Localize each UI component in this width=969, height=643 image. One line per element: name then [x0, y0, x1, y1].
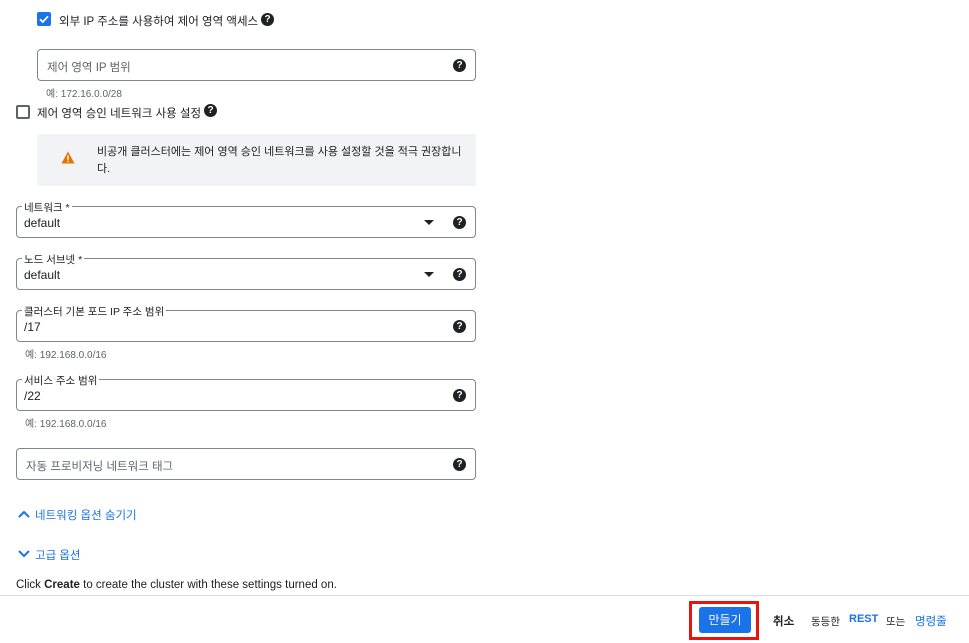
service-range-value: /22 [24, 389, 41, 403]
help-icon[interactable]: ? [453, 389, 466, 402]
service-range-hint: 예: 192.168.0.0/16 [25, 419, 107, 430]
warning-text: 비공개 클러스터에는 제어 영역 승인 네트워크를 사용 설정할 것을 적극 권… [97, 146, 462, 175]
service-range-input[interactable]: 서비스 주소 범위 /22 ? [16, 373, 476, 411]
command-line-link[interactable]: 명령줄 [915, 613, 947, 629]
create-info-text: Click Create to create the cluster with … [16, 579, 337, 591]
pod-ip-range-label: 클러스터 기본 포드 IP 주소 범위 [22, 304, 167, 319]
network-tags-input[interactable]: 자동 프로비저닝 네트워크 태그 ? [16, 448, 476, 480]
cancel-button[interactable]: 취소 [773, 613, 794, 629]
advanced-options-label: 고급 옵션 [35, 550, 81, 562]
help-icon[interactable]: ? [453, 320, 466, 333]
control-plane-ip-range-placeholder: 제어 영역 IP 범위 [47, 62, 131, 74]
node-subnet-select[interactable]: 노드 서브넷 * default ? [16, 252, 476, 290]
network-select[interactable]: 네트워크 * default ? [16, 200, 476, 238]
dropdown-arrow-icon [424, 272, 434, 277]
check-icon [39, 15, 49, 24]
service-range-label: 서비스 주소 범위 [22, 373, 100, 388]
node-subnet-value: default [24, 268, 61, 282]
control-plane-ip-range-hint: 예: 172.16.0.0/28 [46, 89, 122, 100]
chevron-down-icon [18, 550, 30, 558]
warning-icon [61, 151, 75, 164]
pod-ip-range-hint: 예: 192.168.0.0/16 [25, 350, 107, 361]
network-value: default [24, 216, 61, 230]
or-label: 또는 [886, 616, 906, 628]
chevron-up-icon [18, 510, 30, 518]
help-icon[interactable]: ? [453, 216, 466, 229]
dropdown-arrow-icon [424, 220, 434, 225]
create-info-prefix: Click [16, 579, 45, 591]
authorized-networks-checkbox[interactable] [16, 105, 30, 119]
footer-divider [0, 595, 969, 596]
network-tags-placeholder: 자동 프로비저닝 네트워크 태그 [26, 461, 174, 473]
pod-ip-range-value: /17 [24, 320, 41, 334]
help-icon[interactable]: ? [453, 458, 466, 471]
external-ip-checkbox[interactable] [37, 12, 51, 26]
create-button[interactable]: 만들기 [699, 607, 751, 633]
rest-link[interactable]: REST [849, 613, 878, 625]
create-info-bold: Create [44, 579, 80, 591]
network-label: 네트워크 * [22, 200, 72, 215]
control-plane-ip-range-input[interactable]: 제어 영역 IP 범위 ? [37, 49, 476, 81]
authorized-networks-label: 제어 영역 승인 네트워크 사용 설정 [37, 108, 202, 120]
hide-networking-label: 네트워킹 옵션 숨기기 [35, 510, 137, 522]
help-icon[interactable]: ? [261, 13, 274, 26]
node-subnet-label: 노드 서브넷 * [22, 252, 85, 267]
help-icon[interactable]: ? [204, 104, 217, 117]
help-icon[interactable]: ? [453, 59, 466, 72]
authorized-networks-warning: 비공개 클러스터에는 제어 영역 승인 네트워크를 사용 설정할 것을 적극 권… [37, 134, 476, 186]
pod-ip-range-input[interactable]: 클러스터 기본 포드 IP 주소 범위 /17 ? [16, 304, 476, 342]
create-info-suffix: to create the cluster with these setting… [79, 579, 337, 591]
help-icon[interactable]: ? [453, 268, 466, 281]
external-ip-label: 외부 IP 주소를 사용하여 제어 영역 액세스 [59, 16, 259, 28]
equivalent-label: 동등한 [811, 616, 840, 628]
